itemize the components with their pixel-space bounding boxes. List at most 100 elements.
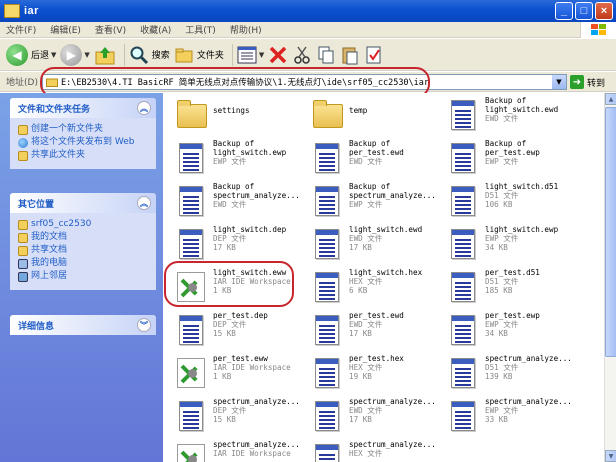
maximize-button[interactable]: □ [575, 2, 593, 20]
forward-button[interactable]: ▶ ▼ [60, 41, 90, 69]
document-icon [175, 184, 207, 218]
file-item[interactable]: Backup of light_switch.ewd EWD 文件 [441, 94, 581, 136]
file-item[interactable]: per_test.eww IAR IDE Workspace 1 KB [169, 352, 309, 394]
chevron-down-icon[interactable]: ▼ [51, 51, 56, 59]
place-my-computer[interactable]: 我的电脑 [18, 258, 150, 269]
file-item[interactable]: spectrum_analyze... IAR IDE Workspace [169, 438, 309, 462]
document-icon [175, 313, 207, 347]
new-folder-icon [18, 125, 28, 135]
document-icon [311, 356, 343, 390]
file-item[interactable]: light_switch.ewd EWD 文件 17 KB [305, 223, 445, 265]
file-detail: EWD 文件 [213, 200, 247, 209]
collapse-icon[interactable]: ︽ [137, 196, 151, 210]
address-input[interactable]: E:\EB2530\4.TI BasicRF 简单无线点对点传输协议\1.无线点… [42, 74, 567, 90]
file-item[interactable]: per_test.ewd EWD 文件 17 KB [305, 309, 445, 351]
details-header[interactable]: 详细信息 ︾ [10, 315, 156, 335]
document-icon [311, 313, 343, 347]
go-button[interactable]: ➜ 转到 [570, 75, 605, 89]
views-button[interactable]: ▼ [237, 41, 264, 69]
menu-file[interactable]: 文件(F) [6, 23, 36, 36]
file-detail: IAR IDE Workspace [213, 449, 291, 458]
copy-button[interactable] [316, 41, 336, 69]
forward-arrow-icon: ▶ [60, 43, 83, 66]
file-item[interactable]: spectrum_analyze... EWD 文件 17 KB [305, 395, 445, 437]
file-detail: DEP 文件 [213, 320, 247, 329]
computer-icon [18, 259, 28, 269]
cut-button[interactable] [292, 41, 312, 69]
file-item[interactable]: per_test.hex HEX 文件 19 KB [305, 352, 445, 394]
paste-button[interactable] [340, 41, 360, 69]
expand-icon[interactable]: ︾ [137, 318, 151, 332]
file-item[interactable]: Backup of spectrum_analyze... EWD 文件 [169, 180, 309, 222]
properties-button[interactable] [364, 41, 384, 69]
collapse-icon[interactable]: ︽ [137, 101, 151, 115]
title-bar[interactable]: iar _ □ × [0, 0, 616, 22]
delete-button[interactable] [268, 41, 288, 69]
document-icon [175, 141, 207, 175]
file-item[interactable]: per_test.d51 D51 文件 185 KB [441, 266, 581, 308]
file-item[interactable]: Backup of per_test.ewp EWP 文件 [441, 137, 581, 179]
file-item[interactable]: per_test.ewp EWP 文件 34 KB [441, 309, 581, 351]
file-tasks-header[interactable]: 文件和文件夹任务 ︽ [10, 98, 156, 118]
file-item[interactable]: light_switch.d51 D51 文件 106 KB [441, 180, 581, 222]
menu-tools[interactable]: 工具(T) [185, 23, 216, 36]
scroll-thumb[interactable] [605, 107, 616, 357]
scroll-up-icon[interactable]: ▲ [605, 93, 616, 105]
address-label: 地址(D) [6, 78, 38, 88]
menu-help[interactable]: 帮助(H) [230, 23, 262, 36]
file-name: light_switch.dep [213, 225, 287, 234]
document-icon [311, 399, 343, 433]
file-item[interactable]: settings [169, 94, 309, 136]
menu-edit[interactable]: 编辑(E) [50, 23, 81, 36]
document-icon [447, 141, 479, 175]
address-dropdown-icon[interactable]: ▼ [552, 75, 566, 89]
file-item[interactable]: spectrum_analyze... HEX 文件 [305, 438, 445, 462]
task-new-folder[interactable]: 创建一个新文件夹 [18, 124, 150, 135]
file-item[interactable]: light_switch.hex HEX 文件 6 KB [305, 266, 445, 308]
file-item[interactable]: Backup of spectrum_analyze... EWP 文件 [305, 180, 445, 222]
place-my-documents[interactable]: 我的文档 [18, 232, 150, 243]
folders-button[interactable]: 文件夹 [174, 41, 224, 69]
file-detail: 34 KB [485, 329, 508, 338]
file-item[interactable]: Backup of light_switch.ewp EWP 文件 [169, 137, 309, 179]
task-share-folder[interactable]: 共享此文件夹 [18, 150, 150, 161]
file-detail: light_switch.ewd [485, 105, 559, 114]
place-shared-documents[interactable]: 共享文档 [18, 245, 150, 256]
vertical-scrollbar[interactable]: ▲ ▼ [604, 93, 616, 462]
task-publish-web[interactable]: 将这个文件夹发布到 Web [18, 137, 150, 148]
file-detail: 185 KB [485, 286, 513, 295]
file-item[interactable]: spectrum_analyze... D51 文件 139 KB [441, 352, 581, 394]
file-item[interactable]: light_switch.eww IAR IDE Workspace 1 KB [169, 266, 309, 308]
minimize-button[interactable]: _ [555, 2, 573, 20]
up-folder-button[interactable] [94, 41, 116, 69]
place-srf05[interactable]: srf05_cc2530 [18, 219, 150, 230]
file-item[interactable]: light_switch.ewp EWP 文件 34 KB [441, 223, 581, 265]
file-item[interactable]: Backup of per_test.ewd EWD 文件 [305, 137, 445, 179]
window-title: iar [24, 5, 39, 17]
file-item[interactable]: spectrum_analyze... DEP 文件 15 KB [169, 395, 309, 437]
chevron-down-icon[interactable]: ▼ [259, 51, 264, 59]
place-network[interactable]: 网上邻居 [18, 271, 150, 282]
menu-favorites[interactable]: 收藏(A) [140, 23, 171, 36]
globe-icon [18, 138, 28, 148]
menu-view[interactable]: 查看(V) [95, 23, 126, 36]
other-places-header[interactable]: 其它位置 ︽ [10, 193, 156, 213]
search-button[interactable]: 搜索 [129, 41, 170, 69]
file-name: settings [213, 106, 250, 115]
file-item[interactable]: spectrum_analyze... EWP 文件 33 KB [441, 395, 581, 437]
file-name: spectrum_analyze... [485, 397, 572, 406]
file-name: spectrum_analyze... [213, 397, 300, 406]
file-name: Backup of [485, 139, 527, 148]
file-name: light_switch.hex [349, 268, 423, 277]
file-detail: light_switch.ewp [213, 148, 287, 157]
chevron-down-icon[interactable]: ▼ [84, 51, 89, 59]
back-button[interactable]: ◀ 后退 ▼ [6, 41, 56, 69]
file-item[interactable]: light_switch.dep DEP 文件 17 KB [169, 223, 309, 265]
file-item[interactable]: per_test.dep DEP 文件 15 KB [169, 309, 309, 351]
close-button[interactable]: × [595, 2, 613, 20]
address-bar: 地址(D) E:\EB2530\4.TI BasicRF 简单无线点对点传输协议… [0, 72, 616, 92]
file-detail: 139 KB [485, 372, 513, 381]
file-item[interactable]: temp [305, 94, 445, 136]
scroll-down-icon[interactable]: ▼ [605, 450, 616, 462]
file-detail: 15 KB [213, 329, 236, 338]
